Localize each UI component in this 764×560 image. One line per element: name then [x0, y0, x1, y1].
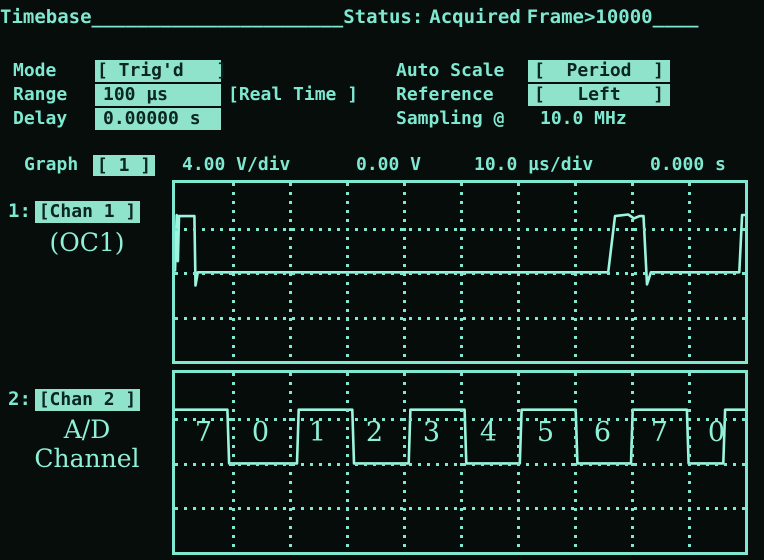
- reference-value-field[interactable]: [ Left ]: [528, 84, 670, 106]
- delay-label: Delay: [13, 108, 68, 129]
- frame-counter: Frame>10000: [526, 6, 653, 28]
- status-bar: Timebase ______________________ Status: …: [0, 4, 764, 30]
- channel-1-index: 1:: [8, 200, 31, 222]
- sample-value-digit: 6: [593, 417, 612, 448]
- status-bar-dash-right: ____: [652, 6, 699, 28]
- sample-value-digit: 3: [422, 417, 441, 448]
- range-value-field[interactable]: 100 µs: [95, 84, 221, 106]
- gridline-horizontal: [175, 317, 745, 320]
- sample-value-digit: 7: [194, 417, 213, 448]
- sampling-rate-value: 10.0 MHz: [540, 108, 627, 129]
- sample-value-digit: 7: [650, 417, 669, 448]
- mode-label: Mode: [13, 60, 57, 81]
- gridline-horizontal: [175, 228, 745, 231]
- sample-value-digit: 2: [365, 417, 384, 448]
- sample-value-digit: 1: [308, 417, 327, 448]
- sample-value-digit: 4: [479, 417, 498, 448]
- oscilloscope-screen: Timebase ______________________ Status: …: [0, 0, 764, 560]
- mode-value-field[interactable]: [ Trig'd ]: [95, 60, 227, 82]
- time-per-div-readout: 10.0 µs/div: [474, 154, 594, 175]
- gridline-horizontal: [175, 507, 745, 510]
- channel-2-annotation-line-2: Channel: [34, 444, 140, 473]
- graph-2-plot-area[interactable]: 7 0 1 2 3 4 5 6 7 0: [172, 370, 748, 555]
- auto-scale-value-field[interactable]: [ Period ]: [528, 60, 670, 82]
- range-label: Range: [13, 84, 68, 105]
- channel-2-name-field[interactable]: [Chan 2 ]: [35, 389, 140, 411]
- status-label: Status:: [343, 6, 424, 28]
- volts-per-div-readout: 4.00 V/div: [182, 154, 291, 175]
- delay-value-field[interactable]: 0.00000 s: [95, 108, 221, 130]
- gridline-horizontal: [175, 463, 745, 466]
- sample-value-digit: 5: [536, 417, 555, 448]
- status-value: Acquired: [429, 6, 521, 28]
- channel-1-annotation: (OC1): [49, 228, 125, 257]
- sample-value-digit: 0: [707, 417, 726, 448]
- graph-label: Graph: [24, 154, 79, 175]
- channel-2-index: 2:: [8, 388, 31, 410]
- time-offset-readout: 0.000 s: [650, 154, 726, 175]
- acquisition-mode-label[interactable]: [Real Time ]: [228, 84, 358, 106]
- status-bar-dash-left: ______________________: [91, 6, 344, 28]
- sample-value-digit: 0: [251, 417, 270, 448]
- timebase-label: Timebase: [0, 6, 92, 28]
- graph-number-field[interactable]: [ 1 ]: [93, 155, 155, 176]
- channel-1-name-field[interactable]: [Chan 1 ]: [35, 201, 140, 223]
- graph-1-plot-area[interactable]: [172, 180, 748, 364]
- channel-2-annotation-line-1: A/D: [63, 415, 111, 444]
- sampling-label: Sampling @: [396, 108, 505, 129]
- reference-label: Reference: [396, 84, 494, 105]
- gridline-horizontal: [175, 272, 745, 275]
- auto-scale-label: Auto Scale: [396, 60, 505, 81]
- volts-offset-readout: 0.00 V: [356, 154, 422, 175]
